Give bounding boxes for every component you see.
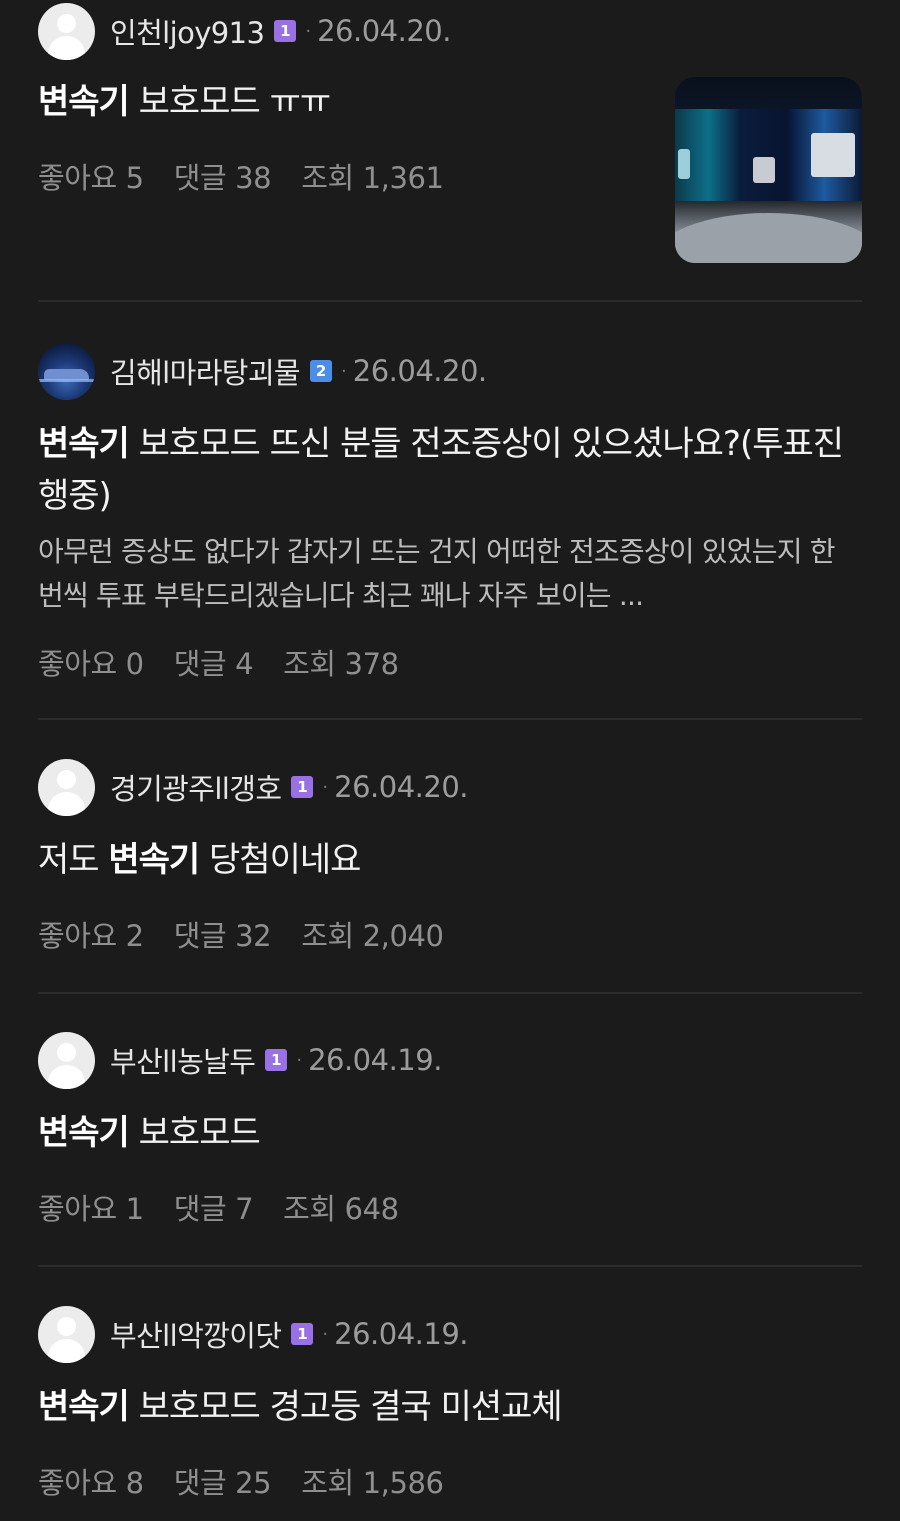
post-stats: 좋아요 0 댓글 4 조회 378 — [38, 641, 429, 683]
like-count: 좋아요 5 — [38, 161, 144, 195]
title-keyword: 변속기 — [38, 1113, 130, 1153]
post-stats: 좋아요 1 댓글 7 조회 648 — [38, 1186, 429, 1228]
title-text: 당첨이네요 — [199, 840, 361, 880]
post-item[interactable]: 김해l마라탕괴물 2 · 26.04.20. 변속기 보호모드 뜨신 분들 전조… — [0, 302, 900, 718]
member-level-badge: 1 — [265, 1049, 288, 1071]
post-item[interactable]: 인천ljoy913 1 · 26.04.20. 변속기 보호모드 ㅠㅠ 좋아요 … — [0, 0, 900, 300]
post-meta: 인천ljoy913 1 · 26.04.20. — [38, 2, 451, 60]
author-name[interactable]: 경기광주ll갱호 — [110, 766, 282, 808]
member-level-badge: 1 — [274, 20, 297, 42]
avatar[interactable] — [38, 1305, 95, 1363]
post-excerpt: 아무런 증상도 없다가 갑자기 뜨는 건지 어떠한 전조증상이 있었는지 한 번… — [38, 535, 836, 612]
post-title[interactable]: 변속기 보호모드 뜨신 분들 전조증상이 있으셨나요?(투표진행중) — [38, 418, 868, 522]
member-level-badge: 2 — [310, 360, 333, 382]
avatar[interactable] — [38, 758, 95, 816]
separator-dot: · — [296, 1049, 303, 1071]
comment-count: 댓글 25 — [173, 1466, 272, 1500]
view-count: 조회 1,361 — [301, 161, 444, 195]
title-text: 보호모드 경고등 결국 미션교체 — [128, 1387, 563, 1427]
title-text: 보호모드 — [128, 1113, 261, 1153]
post-title[interactable]: 변속기 보호모드 — [38, 1107, 261, 1159]
post-meta: 부산ll농날두 1 · 26.04.19. — [38, 1031, 442, 1089]
author-name[interactable]: 인천ljoy913 — [110, 10, 265, 52]
post-meta: 경기광주ll갱호 1 · 26.04.20. — [38, 758, 468, 816]
comment-count: 댓글 7 — [173, 1192, 254, 1226]
post-stats: 좋아요 8 댓글 25 조회 1,586 — [38, 1460, 474, 1502]
comment-count: 댓글 4 — [173, 647, 254, 681]
like-count: 좋아요 2 — [38, 919, 144, 953]
post-item[interactable]: 경기광주ll갱호 1 · 26.04.20. 저도 변속기 당첨이네요 좋아요 … — [0, 720, 900, 992]
member-level-badge: 1 — [291, 776, 314, 798]
view-count: 조회 648 — [283, 1192, 399, 1226]
post-title[interactable]: 저도 변속기 당첨이네요 — [38, 834, 361, 886]
separator-dot: · — [322, 776, 329, 798]
post-meta: 부산ll악깡이닷 1 · 26.04.19. — [38, 1305, 468, 1363]
post-item[interactable]: 부산ll농날두 1 · 26.04.19. 변속기 보호모드 좋아요 1 댓글 … — [0, 994, 900, 1266]
author-name[interactable]: 부산ll악깡이닷 — [110, 1313, 282, 1355]
separator-dot: · — [322, 1323, 329, 1345]
post-meta: 김해l마라탕괴물 2 · 26.04.20. — [38, 342, 487, 400]
post-stats: 좋아요 2 댓글 32 조회 2,040 — [38, 913, 474, 955]
post-date: 26.04.20. — [334, 770, 468, 804]
member-level-badge: 1 — [291, 1323, 314, 1345]
post-item[interactable]: 부산ll악깡이닷 1 · 26.04.19. 변속기 보호모드 경고등 결국 미… — [0, 1267, 900, 1521]
view-count: 조회 378 — [283, 647, 399, 681]
title-keyword: 변속기 — [38, 424, 130, 464]
post-date: 26.04.19. — [308, 1043, 442, 1077]
title-text: 보호모드 뜨신 분들 전조증상이 있으셨나요?(투표진행중) — [38, 424, 844, 516]
title-keyword: 변속기 — [38, 82, 130, 122]
like-count: 좋아요 0 — [38, 647, 144, 681]
separator-dot: · — [341, 360, 347, 382]
title-keyword: 변속기 — [108, 840, 200, 880]
post-date: 26.04.20. — [317, 14, 451, 48]
view-count: 조회 1,586 — [301, 1466, 444, 1500]
author-name[interactable]: 부산ll농날두 — [110, 1039, 256, 1081]
avatar[interactable] — [38, 2, 95, 60]
comment-count: 댓글 38 — [173, 161, 272, 195]
view-count: 조회 2,040 — [301, 919, 444, 953]
comment-count: 댓글 32 — [173, 919, 272, 953]
post-thumbnail[interactable] — [675, 77, 862, 263]
post-date: 26.04.20. — [352, 354, 487, 388]
post-title[interactable]: 변속기 보호모드 ㅠㅠ — [38, 76, 332, 128]
post-date: 26.04.19. — [334, 1317, 468, 1351]
avatar[interactable] — [38, 342, 95, 400]
like-count: 좋아요 1 — [38, 1192, 144, 1226]
title-prefix: 저도 — [38, 840, 109, 880]
like-count: 좋아요 8 — [38, 1466, 144, 1500]
post-stats: 좋아요 5 댓글 38 조회 1,361 — [38, 155, 474, 197]
title-text: 보호모드 ㅠㅠ — [128, 82, 332, 122]
author-name[interactable]: 김해l마라탕괴물 — [110, 350, 301, 392]
avatar[interactable] — [38, 1031, 95, 1089]
separator-dot: · — [305, 20, 312, 42]
post-title[interactable]: 변속기 보호모드 경고등 결국 미션교체 — [38, 1381, 563, 1433]
title-keyword: 변속기 — [38, 1387, 130, 1427]
